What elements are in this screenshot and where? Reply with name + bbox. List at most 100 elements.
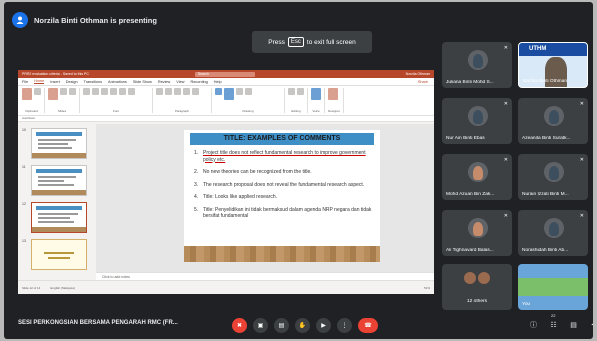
- ribbon-group: Designer: [328, 88, 345, 113]
- ppt-tab: File: [22, 79, 29, 84]
- mic-toggle-button[interactable]: ✖: [232, 318, 247, 333]
- thumbnail-row: 12: [22, 202, 87, 233]
- slide-bullet: 3. The research proposal does not reveal …: [194, 181, 365, 188]
- activities-button[interactable]: ✦: [587, 318, 593, 331]
- people-button[interactable]: 22 ☷: [547, 313, 560, 331]
- notes-pane: Click to add notes: [96, 272, 434, 280]
- ribbon-group: Voice: [311, 88, 325, 113]
- end-call-button[interactable]: ☎: [358, 318, 378, 333]
- people-icon: ☷: [550, 321, 557, 329]
- thumbnail-row: 11: [22, 165, 87, 196]
- mic-off-icon: ✕: [579, 213, 584, 219]
- self-name: You: [522, 302, 531, 307]
- meeting-title: SESI PERKONGSIAN BERSAMA PENGARAH RMC (F…: [18, 320, 178, 326]
- presenter-bar: Norzila Binti Othman is presenting: [12, 10, 157, 30]
- thumbnail-row: 10: [22, 128, 87, 159]
- ppt-tab: Animations: [108, 79, 127, 84]
- participant-tile[interactable]: ✕ Ali Tighnavard Balas...: [442, 210, 512, 256]
- captions-button[interactable]: ▤: [274, 318, 289, 333]
- avatar: [544, 162, 564, 182]
- video-banner: UTHM: [519, 43, 587, 56]
- more-options-button[interactable]: ⋮: [337, 318, 352, 333]
- side-controls: ⓘ 22 ☷ ▤ ✦: [527, 313, 593, 331]
- shared-screen: PRR2 evaluation criteria - Saved to this…: [18, 70, 434, 294]
- participant-name: Norzila Binti Othman: [523, 79, 567, 84]
- call-controls: ✖ ▣ ▤ ✋ ▶ ⋮ ☎: [232, 318, 378, 333]
- mic-off-icon: ✕: [579, 157, 584, 163]
- slide-bullet: 2. No new theories can be recognized from…: [194, 169, 312, 175]
- slide-bullet: 4. Title: Looks like applied research.: [194, 194, 278, 200]
- toast-prefix: Press: [268, 38, 285, 46]
- presenter-label: Norzila Binti Othman is presenting: [34, 15, 157, 25]
- status-language: English (Malaysia): [50, 285, 75, 290]
- fullscreen-toast: Press Esc to exit full screen: [252, 31, 372, 53]
- slide-thumbnail: [31, 128, 87, 159]
- slide-editor: TITLE: EXAMPLES OF COMMENTS 1. Project ti…: [96, 124, 434, 272]
- raise-hand-button[interactable]: ✋: [295, 318, 310, 333]
- mic-off-icon: ✕: [579, 101, 584, 107]
- participant-name: Nurain Izzati Binti M...: [522, 192, 569, 197]
- ribbon-group: Drawing: [215, 88, 285, 113]
- ribbon-group: Clipboard: [22, 88, 45, 113]
- participant-tile[interactable]: ✕ Azeanita Binti Suratk...: [518, 98, 588, 144]
- avatar: [544, 218, 564, 238]
- slide-thumbnails: 10 11 12 13: [18, 124, 94, 280]
- people-count-badge: 22: [551, 313, 556, 318]
- participant-tile[interactable]: ✕ Mohd Azuan Bin Zak...: [442, 154, 512, 200]
- ribbon-group: Font: [83, 88, 153, 113]
- ppt-doc-title: PRR2 evaluation criteria - Saved to this…: [22, 72, 89, 76]
- ppt-tab: Home: [34, 79, 45, 84]
- ppt-tab: Help: [213, 79, 222, 84]
- avatar: [468, 162, 488, 182]
- ppt-tab: Design: [65, 79, 78, 84]
- participant-tile[interactable]: ✕ Juliana Binti Mohd S...: [442, 42, 512, 88]
- participant-tile[interactable]: ✕ Norashidah Binti Ab...: [518, 210, 588, 256]
- camera-toggle-button[interactable]: ▣: [253, 318, 268, 333]
- ppt-statusbar: Slide 12 of 14 English (Malaysia) 51%: [18, 280, 434, 294]
- slide-thumbnail: [31, 165, 87, 196]
- ppt-tab: Slide Show: [132, 79, 152, 84]
- slide-bullet: 1. Project title does not reflect fundame…: [194, 150, 366, 163]
- meeting-info-button[interactable]: ⓘ: [527, 318, 540, 331]
- others-avatars: [464, 272, 490, 284]
- presenter-icon: [12, 12, 28, 28]
- self-video: [518, 278, 588, 296]
- slide-bullets: 1. Project title does not reflect fundame…: [194, 150, 372, 226]
- ribbon-group: Slides: [48, 88, 80, 113]
- ppt-tab: Insert: [50, 79, 60, 84]
- participant-name: Nur Ain Binti Ebas: [446, 136, 485, 141]
- ppt-share: Share: [417, 79, 428, 84]
- self-tile[interactable]: You: [518, 264, 588, 310]
- meet-window: Norzila Binti Othman is presenting Press…: [4, 2, 593, 339]
- toast-suffix: to exit full screen: [306, 38, 356, 46]
- ppt-search: Search: [194, 71, 255, 77]
- avatar: [468, 106, 488, 126]
- participant-name: Mohd Azuan Bin Zak...: [446, 192, 495, 197]
- participant-name: Ali Tighnavard Balas...: [446, 248, 494, 253]
- ribbon-group: Editing: [288, 88, 308, 113]
- participant-tile-presenter[interactable]: UTHM Norzila Binti Othman: [518, 42, 588, 88]
- participant-tile[interactable]: ✕ Nur Ain Binti Ebas: [442, 98, 512, 144]
- slide-wood-footer: [184, 246, 380, 262]
- present-button[interactable]: ▶: [316, 318, 331, 333]
- esc-key: Esc: [287, 37, 304, 47]
- ppt-tab: Review: [157, 79, 171, 84]
- thumbnail-row: 13: [22, 239, 87, 270]
- avatar: [468, 218, 488, 238]
- avatar: [544, 106, 564, 126]
- ppt-titlebar: PRR2 evaluation criteria - Saved to this…: [18, 70, 434, 78]
- current-slide: TITLE: EXAMPLES OF COMMENTS 1. Project ti…: [184, 130, 380, 262]
- avatar: [468, 50, 488, 70]
- chat-button[interactable]: ▤: [567, 318, 580, 331]
- ppt-quick-access: AutoSave: [18, 116, 434, 122]
- participant-tile[interactable]: ✕ Nurain Izzati Binti M...: [518, 154, 588, 200]
- slide-title: TITLE: EXAMPLES OF COMMENTS: [190, 133, 374, 145]
- mic-off-icon: ✕: [503, 157, 508, 163]
- ppt-ribbon-tabs: File Home Insert Design Transitions Anim…: [18, 78, 434, 86]
- participant-name: Norashidah Binti Ab...: [522, 248, 569, 253]
- ribbon-group: Paragraph: [156, 88, 212, 113]
- slide-thumbnail-selected: [31, 202, 87, 233]
- others-tile[interactable]: 12 others: [442, 264, 512, 310]
- status-zoom: 51%: [423, 285, 430, 290]
- mic-off-icon: ✕: [503, 101, 508, 107]
